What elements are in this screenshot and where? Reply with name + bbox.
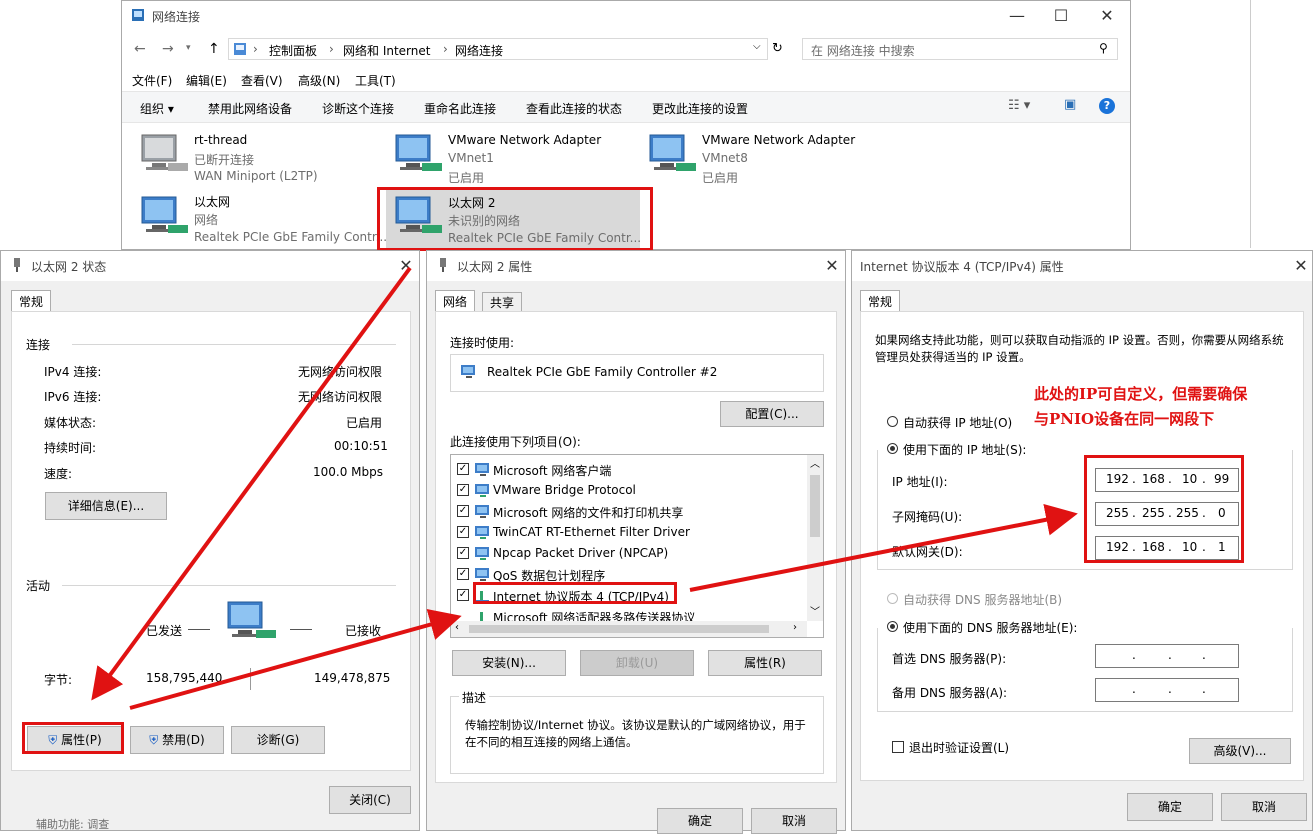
arrow-to-ip-fields bbox=[689, 503, 1078, 592]
annotation-arrows bbox=[91, 266, 1078, 710]
arrow-to-ipv4-item bbox=[129, 609, 462, 710]
desktop-divider bbox=[1250, 0, 1251, 248]
arrow-to-properties bbox=[91, 266, 412, 701]
